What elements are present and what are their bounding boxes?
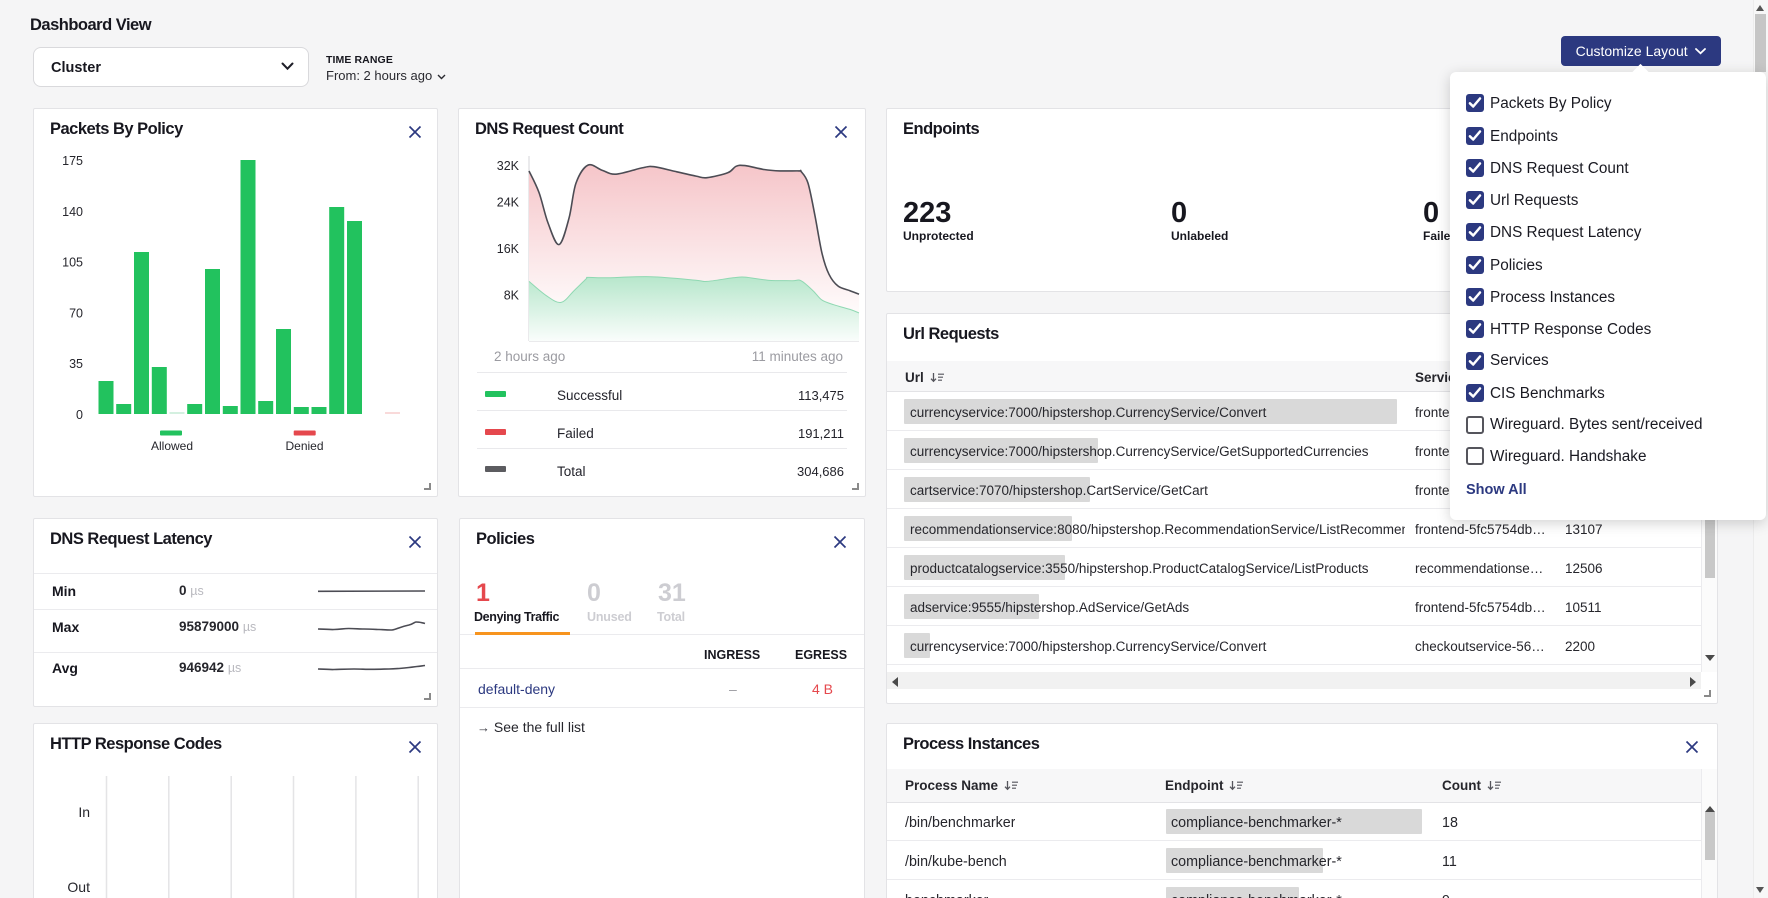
svg-text:Denied: Denied (285, 439, 323, 453)
svg-text:In: In (78, 804, 90, 820)
svg-text:Out: Out (67, 879, 90, 895)
svg-text:24K: 24K (497, 196, 520, 210)
svg-text:16K: 16K (497, 242, 520, 256)
svg-text:70: 70 (69, 306, 83, 320)
svg-text:105: 105 (62, 256, 83, 270)
svg-text:140: 140 (62, 205, 83, 219)
svg-text:Allowed: Allowed (151, 439, 193, 453)
svg-text:0: 0 (76, 408, 83, 422)
svg-text:32K: 32K (497, 159, 520, 173)
svg-text:35: 35 (69, 357, 83, 371)
svg-text:175: 175 (62, 154, 83, 168)
svg-text:8K: 8K (504, 289, 520, 303)
